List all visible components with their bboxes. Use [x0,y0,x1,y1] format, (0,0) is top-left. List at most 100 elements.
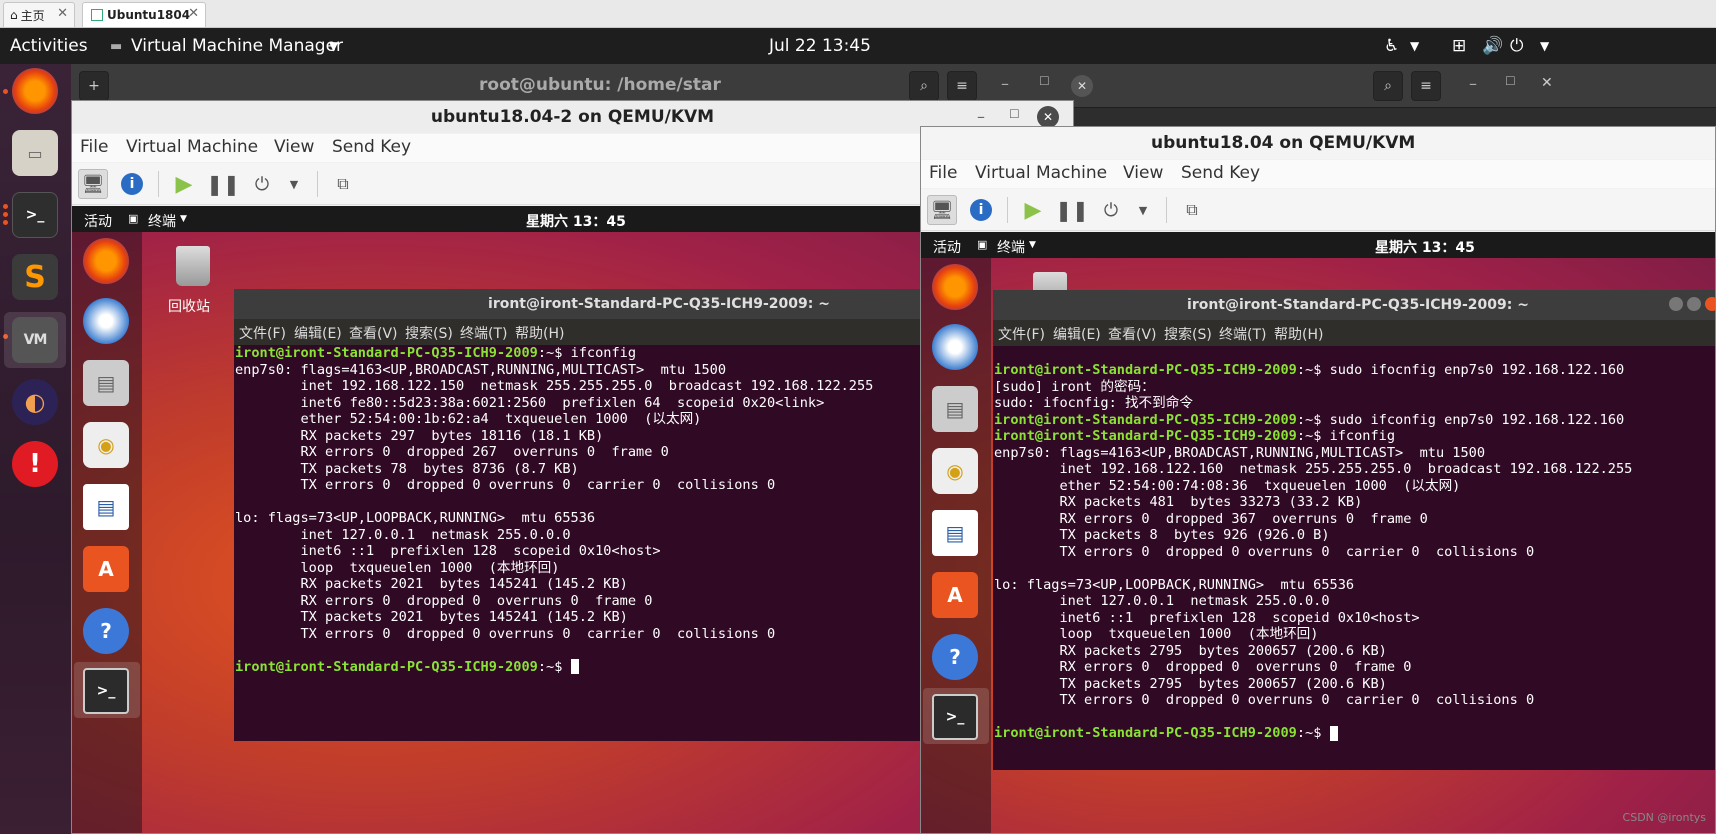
shutdown-button[interactable]: ⏻ [1096,195,1126,225]
minimize-icon[interactable]: – [1469,74,1477,93]
menu-item[interactable]: 查看(V) [349,323,398,343]
maximize-icon[interactable] [1687,297,1701,311]
menu-view[interactable]: View [1123,163,1163,183]
terminal-small-icon: ▣ [128,212,139,225]
search-icon[interactable]: ⌕ [1373,71,1403,101]
minimize-icon[interactable]: – [977,107,985,126]
help-icon[interactable]: ? [932,634,978,680]
menu-item[interactable]: 文件(F) [998,324,1045,344]
chevron-down-icon[interactable]: ▼ [180,214,187,224]
close-icon[interactable]: ✕ [57,6,68,21]
chevron-down-icon[interactable]: ▼ [329,39,338,53]
firefox-icon[interactable] [83,238,129,284]
run-button[interactable]: ▶ [1018,195,1048,225]
menu-item[interactable]: 搜索(S) [405,323,453,343]
minimize-icon[interactable]: – [1001,74,1009,93]
menu-item[interactable]: 编辑(E) [294,323,342,343]
snapshots-button[interactable]: ⧉ [328,169,358,199]
writer-icon[interactable]: ▤ [83,484,129,530]
accessibility-icon[interactable]: ♿ [1384,36,1399,56]
tab-home[interactable]: ⌂ 主页 ✕ [3,2,75,27]
rhythmbox-icon[interactable]: ◉ [932,448,978,494]
menu-virtual-machine[interactable]: Virtual Machine [975,163,1107,183]
power-icon[interactable]: ⏻ [1510,36,1523,56]
console-view-button[interactable]: 🖥 [927,195,957,225]
shutdown-menu-dropdown[interactable]: ▼ [1128,195,1158,225]
volume-icon[interactable]: 🔊 [1482,36,1503,56]
menu-file[interactable]: File [929,163,957,183]
menu-item[interactable]: 帮助(H) [515,323,564,343]
chevron-down-icon[interactable]: ▼ [1540,39,1549,53]
shutdown-menu-dropdown[interactable]: ▼ [279,169,309,199]
trash-icon[interactable] [176,246,210,286]
menu-item[interactable]: 终端(T) [1219,324,1266,344]
pause-button[interactable]: ❚❚ [1055,195,1089,225]
menu-item[interactable]: 搜索(S) [1164,324,1212,344]
snapshots-button[interactable]: ⧉ [1177,195,1207,225]
menu-view[interactable]: View [274,137,314,157]
close-icon[interactable] [1705,297,1715,311]
minimize-icon[interactable] [1669,297,1683,311]
guest-clock[interactable]: 星期六 13：45 [526,211,626,231]
firefox-icon[interactable] [12,68,58,114]
thunderbird-icon[interactable] [83,298,129,344]
files-icon[interactable]: ▤ [83,360,129,406]
details-view-button[interactable]: i [966,195,996,225]
network-icon[interactable]: ⊞ [1452,36,1466,56]
hamburger-menu-icon[interactable]: ≡ [1411,71,1441,101]
guest-activities[interactable]: 活动 [933,237,961,257]
shutdown-button[interactable]: ⏻ [247,169,277,199]
tab-ubuntu1804[interactable]: Ubuntu1804 ✕ [82,2,206,27]
guest-app-menu[interactable]: 终端 [997,237,1025,257]
hamburger-menu-icon[interactable]: ≡ [947,71,977,101]
menu-virtual-machine[interactable]: Virtual Machine [126,137,258,157]
search-icon[interactable]: ⌕ [909,71,939,101]
pause-button[interactable]: ❚❚ [206,169,240,199]
terminal-icon[interactable]: >_ [12,192,58,238]
chevron-down-icon[interactable]: ▼ [1029,240,1036,250]
menu-item[interactable]: 查看(V) [1108,324,1157,344]
app-menu[interactable]: Virtual Machine Manager [131,36,343,56]
close-icon[interactable]: ✕ [1071,75,1093,97]
guest-app-menu[interactable]: 终端 [148,211,176,231]
menu-file[interactable]: File [80,137,108,157]
terminal-output[interactable]: iront@iront-Standard-PC-Q35-ICH9-2009:~$… [994,362,1715,770]
thunderbird-icon[interactable] [932,324,978,370]
sublime-text-icon[interactable]: S [12,254,58,300]
menu-item[interactable]: 编辑(E) [1053,324,1101,344]
guest-clock[interactable]: 星期六 13：45 [1375,237,1475,257]
terminal-icon[interactable]: >_ [932,694,978,740]
run-button[interactable]: ▶ [169,169,199,199]
firefox-icon[interactable] [932,264,978,310]
activities-button[interactable]: Activities [10,36,88,56]
close-icon[interactable]: ✕ [1541,75,1553,91]
menu-item[interactable]: 文件(F) [239,323,286,343]
clock[interactable]: Jul 22 13:45 [769,36,871,56]
virt-manager-icon[interactable]: VM [12,317,58,363]
maximize-icon[interactable]: ☐ [1039,74,1050,88]
rhythmbox-icon[interactable]: ◉ [83,422,129,468]
close-icon[interactable]: ✕ [1037,106,1059,128]
menu-item[interactable]: 终端(T) [460,323,507,343]
guest-activities[interactable]: 活动 [84,211,112,231]
software-center-icon[interactable]: A [932,572,978,618]
new-tab-icon[interactable]: + [79,71,109,101]
details-view-button[interactable]: i [117,169,147,199]
close-icon[interactable]: ✕ [188,6,199,21]
menu-item[interactable]: 帮助(H) [1274,324,1323,344]
chevron-down-icon[interactable]: ▼ [1410,39,1419,53]
text-cursor [570,659,579,674]
help-icon[interactable]: ? [83,608,129,654]
writer-icon[interactable]: ▤ [932,510,978,556]
terminal-icon[interactable]: >_ [83,668,129,714]
software-center-icon[interactable]: A [83,546,129,592]
error-report-icon[interactable]: ! [12,441,58,487]
files-icon[interactable]: ▤ [932,386,978,432]
eclipse-icon[interactable]: ◐ [12,379,58,425]
console-view-button[interactable]: 🖥 [78,169,108,199]
maximize-icon[interactable]: ☐ [1505,74,1516,88]
menu-send-key[interactable]: Send Key [332,137,411,157]
maximize-icon[interactable]: ☐ [1009,107,1020,121]
menu-send-key[interactable]: Send Key [1181,163,1260,183]
files-icon[interactable]: ▭ [12,130,58,176]
